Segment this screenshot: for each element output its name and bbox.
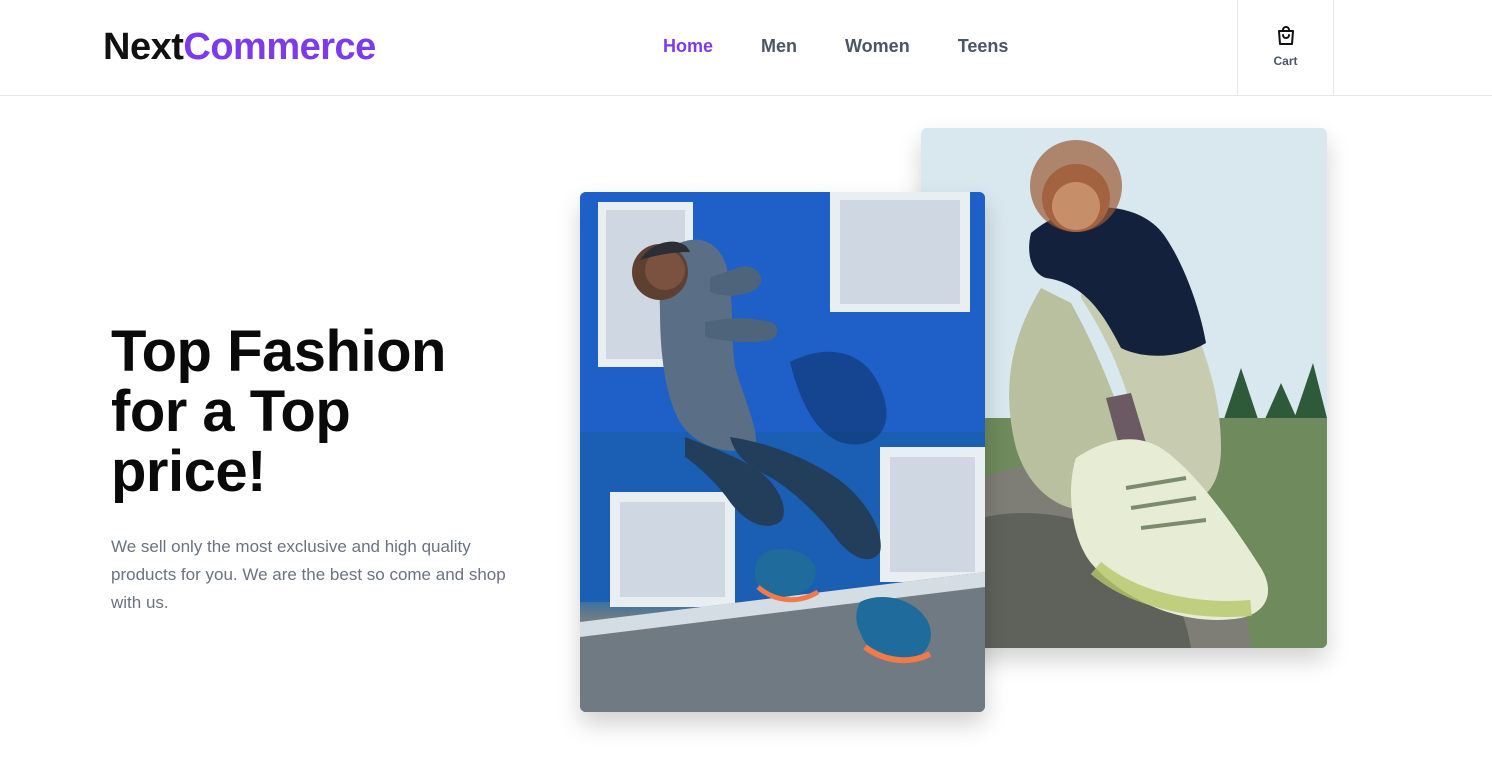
nav-teens-link[interactable]: Teens bbox=[958, 34, 1009, 58]
hero-description: We sell only the most exclusive and high… bbox=[111, 537, 506, 612]
cart-label: Cart bbox=[1273, 54, 1298, 68]
nav-home-link[interactable]: Home bbox=[663, 34, 713, 58]
brand-logo[interactable]: NextCommerce bbox=[103, 26, 376, 68]
hero-title: Top Fashion for a Top price! bbox=[111, 322, 551, 502]
nav-men-link[interactable]: Men bbox=[761, 34, 797, 58]
nav-women-link[interactable]: Women bbox=[845, 34, 910, 58]
main-nav: Home Men Women Teens bbox=[663, 34, 1056, 58]
man-jumping-illustration bbox=[580, 192, 985, 712]
top-navigation-bar: NextCommerce Home Men Women Teens Cart bbox=[0, 0, 1492, 96]
hero-title-line1: Top Fashion bbox=[111, 319, 446, 384]
shopping-bag-icon bbox=[1277, 26, 1294, 45]
hero-title-line3: price! bbox=[111, 439, 266, 504]
brand-name-part1: Next bbox=[103, 26, 184, 68]
hero-title-line2: for a Top bbox=[111, 379, 351, 444]
cart-button[interactable]: Cart bbox=[1237, 0, 1334, 96]
brand-name-part2: Commerce bbox=[183, 26, 376, 68]
hero-image-man-jumping bbox=[580, 192, 985, 712]
